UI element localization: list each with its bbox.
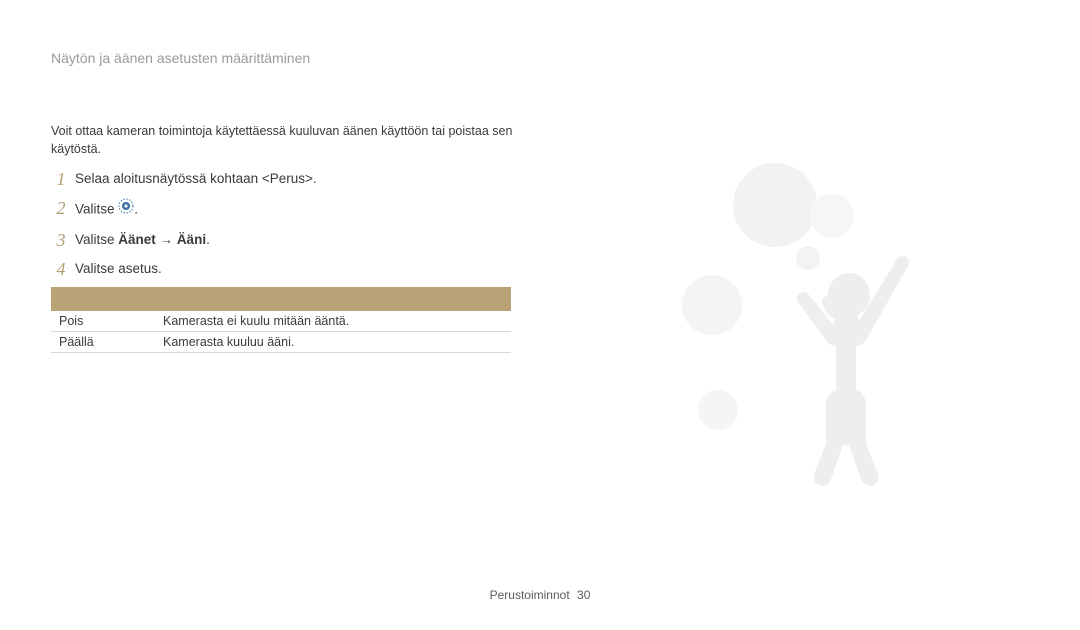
step-2-part-b: . [134, 201, 138, 216]
manual-page: Näytön ja äänen asetusten määrittäminen … [0, 0, 1080, 630]
step-number: 4 [51, 260, 71, 278]
intro-text: Voit ottaa kameran toimintoja käytettäes… [51, 123, 561, 158]
page-header-title: Näytön ja äänen asetusten määrittäminen [51, 50, 310, 66]
page-footer: Perustoiminnot 30 [0, 588, 1080, 602]
decorative-silhouette [660, 150, 960, 490]
step-3-part-d: . [206, 232, 210, 247]
main-content: Voit ottaa kameran toimintoja käytettäes… [51, 123, 561, 353]
step-2: 2 Valitse . [51, 199, 561, 221]
step-1-emphasis: <Perus> [262, 171, 313, 186]
step-1: 1 Selaa aloitusnäytössä kohtaan <Perus>. [51, 170, 561, 189]
arrow-right-icon: → [156, 232, 177, 247]
option-desc: Kamerasta kuuluu ääni. [155, 331, 511, 352]
footer-section: Perustoiminnot [490, 588, 570, 602]
step-2-part-a: Valitse [75, 201, 118, 216]
step-list: 1 Selaa aloitusnäytössä kohtaan <Perus>.… [51, 170, 561, 279]
step-3: 3 Valitse Äänet → Ääni. [51, 231, 561, 250]
step-1-part-c: . [313, 171, 317, 186]
step-4: 4 Valitse asetus. [51, 260, 561, 279]
table-row: Päällä Kamerasta kuuluu ääni. [51, 331, 511, 352]
step-3-opt-c: Ääni [177, 232, 206, 247]
table-row: Pois Kamerasta ei kuulu mitään ääntä. [51, 311, 511, 332]
options-table: Pois Kamerasta ei kuulu mitään ääntä. Pä… [51, 287, 511, 353]
step-text: Valitse asetus. [75, 260, 561, 279]
step-number: 2 [51, 199, 71, 217]
step-text: Selaa aloitusnäytössä kohtaan <Perus>. [75, 170, 561, 189]
option-desc: Kamerasta ei kuulu mitään ääntä. [155, 311, 511, 332]
step-3-opt-b: Äänet [118, 232, 156, 247]
table-header-row [51, 287, 511, 311]
step-text: Valitse . [75, 199, 561, 221]
step-number: 3 [51, 231, 71, 249]
step-3-part-a: Valitse [75, 232, 118, 247]
step-number: 1 [51, 170, 71, 188]
option-name: Pois [51, 311, 155, 332]
option-name: Päällä [51, 331, 155, 352]
step-text: Valitse Äänet → Ääni. [75, 231, 561, 250]
step-1-part-a: Selaa aloitusnäytössä kohtaan [75, 171, 262, 186]
settings-gear-icon [118, 198, 134, 220]
footer-page-number: 30 [577, 588, 590, 602]
